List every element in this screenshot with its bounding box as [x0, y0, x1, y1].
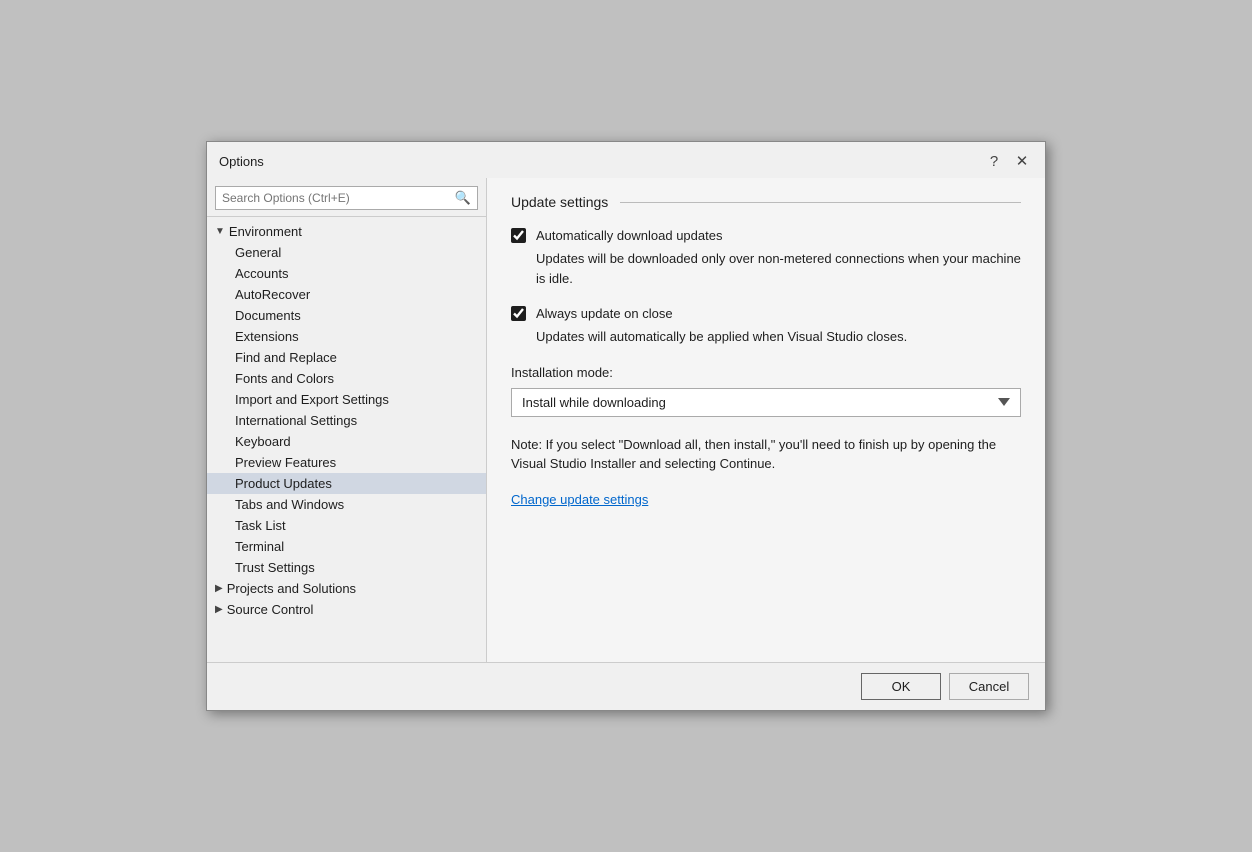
tree-item-extensions[interactable]: Extensions [207, 326, 486, 347]
change-update-settings-link[interactable]: Change update settings [511, 492, 648, 507]
title-bar: Options ? ✕ [207, 142, 1045, 178]
dialog-footer: OK Cancel [207, 662, 1045, 710]
auto-download-checkbox[interactable] [511, 228, 526, 243]
section-title: Update settings [511, 194, 608, 210]
tree-item-fonts-colors[interactable]: Fonts and Colors [207, 368, 486, 389]
search-input[interactable] [216, 187, 449, 209]
close-button[interactable]: ✕ [1011, 150, 1033, 172]
auto-download-desc: Updates will be downloaded only over non… [536, 249, 1021, 288]
installation-mode-dropdown-wrap: Install while downloadingDownload all, t… [511, 388, 1021, 417]
tree-item-label-task-list: Task List [235, 518, 286, 533]
right-panel: Update settings Automatically download u… [487, 178, 1045, 662]
tree-item-label-terminal: Terminal [235, 539, 284, 554]
tree-item-label-preview-features: Preview Features [235, 455, 336, 470]
tree-item-label-trust-settings: Trust Settings [235, 560, 315, 575]
tree-item-label-extensions: Extensions [235, 329, 299, 344]
tree-item-label-documents: Documents [235, 308, 301, 323]
tree-item-label-accounts: Accounts [235, 266, 288, 281]
tree-item-general[interactable]: General [207, 242, 486, 263]
tree-item-label-keyboard: Keyboard [235, 434, 291, 449]
title-bar-controls: ? ✕ [983, 150, 1033, 172]
section-divider [620, 202, 1021, 203]
tree-item-product-updates[interactable]: Product Updates [207, 473, 486, 494]
tree-item-label-tabs-windows: Tabs and Windows [235, 497, 344, 512]
tree-item-projects-solutions[interactable]: ▶ Projects and Solutions [207, 578, 486, 599]
tree-item-label-find-replace: Find and Replace [235, 350, 337, 365]
auto-update-close-row: Always update on close [511, 306, 1021, 321]
help-button[interactable]: ? [983, 150, 1005, 172]
tree-item-keyboard[interactable]: Keyboard [207, 431, 486, 452]
tree-item-terminal[interactable]: Terminal [207, 536, 486, 557]
tree-item-find-replace[interactable]: Find and Replace [207, 347, 486, 368]
tree-item-label-autorecover: AutoRecover [235, 287, 310, 302]
search-box-wrap: 🔍 [207, 178, 486, 217]
options-dialog: Options ? ✕ 🔍 ▼ Environment General Account… [206, 141, 1046, 711]
auto-download-block: Automatically download updates Updates w… [511, 228, 1021, 288]
tree-item-label-projects-solutions: Projects and Solutions [227, 581, 356, 596]
tree-item-import-export[interactable]: Import and Export Settings [207, 389, 486, 410]
note-text: Note: If you select "Download all, then … [511, 435, 1021, 474]
auto-update-close-checkbox[interactable] [511, 306, 526, 321]
auto-download-row: Automatically download updates [511, 228, 1021, 243]
tree-arrow-source-control: ▶ [215, 604, 223, 615]
tree-item-accounts[interactable]: Accounts [207, 263, 486, 284]
installation-mode-label: Installation mode: [511, 365, 1021, 380]
tree-item-label-fonts-colors: Fonts and Colors [235, 371, 334, 386]
tree-item-autorecover[interactable]: AutoRecover [207, 284, 486, 305]
installation-mode-block: Installation mode: Install while downloa… [511, 365, 1021, 417]
auto-update-close-block: Always update on close Updates will auto… [511, 306, 1021, 347]
tree-item-environment[interactable]: ▼ Environment [207, 221, 486, 242]
tree-item-label-international: International Settings [235, 413, 357, 428]
tree-item-trust-settings[interactable]: Trust Settings [207, 557, 486, 578]
auto-update-close-desc: Updates will automatically be applied wh… [536, 327, 1021, 347]
dialog-body: 🔍 ▼ Environment General Accounts AutoRecover… [207, 178, 1045, 662]
dialog-title: Options [219, 154, 264, 169]
tree-item-label-general: General [235, 245, 281, 260]
tree-item-documents[interactable]: Documents [207, 305, 486, 326]
installation-mode-select[interactable]: Install while downloadingDownload all, t… [511, 388, 1021, 417]
tree-item-label-environment: Environment [229, 224, 302, 239]
search-box: 🔍 [215, 186, 478, 210]
cancel-button[interactable]: Cancel [949, 673, 1029, 700]
tree-item-tabs-windows[interactable]: Tabs and Windows [207, 494, 486, 515]
ok-button[interactable]: OK [861, 673, 941, 700]
section-title-row: Update settings [511, 194, 1021, 210]
tree-arrow-environment: ▼ [215, 226, 225, 237]
left-panel: 🔍 ▼ Environment General Accounts AutoRecover… [207, 178, 487, 662]
tree-area: ▼ Environment General Accounts AutoRecover Do… [207, 217, 486, 662]
tree-arrow-projects-solutions: ▶ [215, 583, 223, 594]
auto-download-label[interactable]: Automatically download updates [536, 228, 722, 243]
tree-item-task-list[interactable]: Task List [207, 515, 486, 536]
tree-item-international[interactable]: International Settings [207, 410, 486, 431]
tree-item-source-control[interactable]: ▶ Source Control [207, 599, 486, 620]
tree-item-label-import-export: Import and Export Settings [235, 392, 389, 407]
auto-update-close-label[interactable]: Always update on close [536, 306, 673, 321]
search-icon-button[interactable]: 🔍 [449, 187, 477, 209]
tree-item-label-source-control: Source Control [227, 602, 314, 617]
tree-item-preview-features[interactable]: Preview Features [207, 452, 486, 473]
tree-item-label-product-updates: Product Updates [235, 476, 332, 491]
